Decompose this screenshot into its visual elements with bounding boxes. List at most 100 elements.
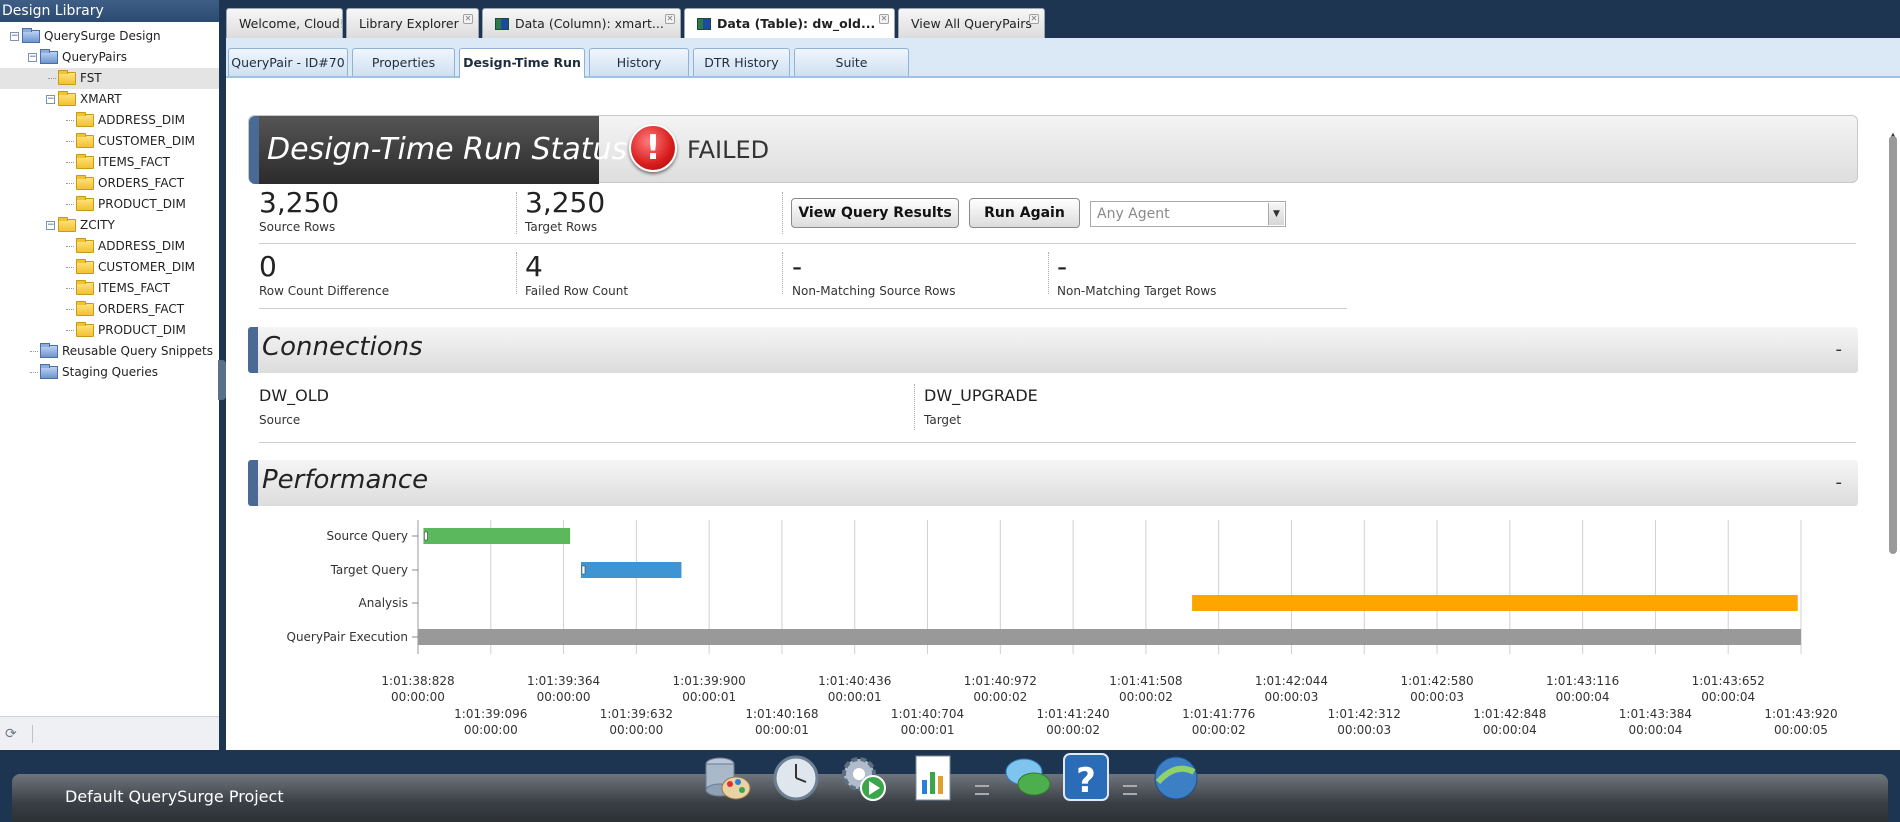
- source-rows-value: 3,250: [259, 186, 340, 219]
- tree-item-staging-queries[interactable]: Staging Queries: [0, 362, 219, 383]
- tree-item-querysurge-design[interactable]: − QuerySurge Design: [0, 26, 219, 47]
- document-tab-label: Welcome, Cloud!: [239, 16, 343, 31]
- target-rows-caption: Target Rows: [525, 220, 598, 234]
- tree-item-xmart[interactable]: − XMART: [0, 89, 219, 110]
- tree-connector: [66, 246, 74, 247]
- tree-item-orders-fact[interactable]: ORDERS_FACT: [0, 299, 219, 320]
- tree-item-items-fact[interactable]: ITEMS_FACT: [0, 278, 219, 299]
- vertical-scrollbar[interactable]: ▲ ▼: [1886, 78, 1900, 778]
- tree-item-zcity[interactable]: − ZCITY: [0, 215, 219, 236]
- chart-tick-elapsed-label: 00:00:02: [973, 690, 1027, 704]
- close-tab-icon[interactable]: ✕: [665, 14, 675, 24]
- folder-icon: [58, 217, 76, 232]
- help-icon[interactable]: ?: [1060, 752, 1112, 804]
- document-tab[interactable]: Data (Column): xmart... ✕: [482, 8, 681, 38]
- design-root-icon: [22, 28, 40, 43]
- tree-item-reusable-query-snippets[interactable]: Reusable Query Snippets: [0, 341, 219, 362]
- chart-tick-elapsed-label: 00:00:03: [1265, 690, 1319, 704]
- target-connection-name: DW_UPGRADE: [924, 386, 1038, 405]
- non-matching-source-rows-caption: Non-Matching Source Rows: [792, 284, 956, 298]
- performance-section-header[interactable]: Performance -: [248, 460, 1858, 506]
- scheduler-clock-icon[interactable]: [770, 752, 822, 804]
- panel-collapse-handle[interactable]: [218, 360, 226, 400]
- source-connection: DW_OLD Source: [259, 386, 329, 427]
- document-tab[interactable]: Welcome, Cloud!: [226, 8, 343, 38]
- run-settings-icon[interactable]: [837, 752, 889, 804]
- row-count-difference-value: 0: [259, 250, 277, 283]
- close-tab-icon[interactable]: ✕: [463, 14, 473, 24]
- agent-select[interactable]: Any Agent ▼: [1090, 201, 1286, 227]
- querypair-tab[interactable]: DTR History: [693, 48, 790, 76]
- tree-item-customer-dim[interactable]: CUSTOMER_DIM: [0, 131, 219, 152]
- document-tab[interactable]: Data (Table): dw_old... ✕: [684, 8, 895, 38]
- reports-icon[interactable]: [907, 752, 959, 804]
- tree-connector: [66, 183, 74, 184]
- chart-tick-time-label: 1:01:41:508: [1109, 674, 1182, 688]
- tree-connector: [66, 309, 74, 310]
- source-rows-metric: 3,250 Source Rows: [259, 186, 340, 235]
- tree-item-querypairs[interactable]: − QueryPairs: [0, 47, 219, 68]
- document-tab[interactable]: View All QueryPairs ✕: [898, 8, 1045, 38]
- tree-item-fst[interactable]: FST: [0, 68, 219, 89]
- chevron-down-icon[interactable]: ▼: [1268, 203, 1284, 225]
- chat-icon[interactable]: [1002, 752, 1054, 804]
- tree-item-customer-dim[interactable]: CUSTOMER_DIM: [0, 257, 219, 278]
- collapse-toggle-icon[interactable]: −: [46, 95, 55, 104]
- document-tab-label: Data (Column): xmart...: [515, 16, 664, 31]
- chart-tick-elapsed-label: 00:00:00: [609, 723, 663, 737]
- tree-connector: [66, 120, 74, 121]
- tree-item-label: QuerySurge Design: [44, 29, 161, 43]
- collapse-toggle-icon[interactable]: −: [46, 221, 55, 230]
- connections-section-header[interactable]: Connections -: [248, 327, 1858, 373]
- design-library-icon[interactable]: [700, 752, 752, 804]
- tree-item-product-dim[interactable]: PRODUCT_DIM: [0, 194, 219, 215]
- tree-connector: [66, 330, 74, 331]
- querypair-tab[interactable]: Properties: [352, 48, 455, 76]
- tree-item-label: CUSTOMER_DIM: [98, 134, 195, 148]
- chart-category-label: Target Query: [330, 563, 408, 577]
- globe-icon[interactable]: [1150, 752, 1202, 804]
- app-window: Design Library − QuerySurge Design − QueryP…: [0, 0, 1900, 822]
- folder-icon: [76, 175, 94, 190]
- close-tab-icon[interactable]: ✕: [879, 14, 889, 24]
- bar-start-marker: [581, 565, 586, 575]
- tree-item-label: Staging Queries: [62, 365, 158, 379]
- tree-item-label: PRODUCT_DIM: [98, 197, 186, 211]
- tree-item-orders-fact[interactable]: ORDERS_FACT: [0, 173, 219, 194]
- tree-item-address-dim[interactable]: ADDRESS_DIM: [0, 110, 219, 131]
- tree-item-address-dim[interactable]: ADDRESS_DIM: [0, 236, 219, 257]
- document-tab[interactable]: Library Explorer ✕: [346, 8, 479, 38]
- collapse-toggle-icon[interactable]: −: [28, 53, 37, 62]
- chart-tick-time-label: 1:01:43:116: [1546, 674, 1619, 688]
- chart-tick-elapsed-label: 00:00:02: [1192, 723, 1246, 737]
- querypair-tab[interactable]: History: [589, 48, 689, 76]
- querypair-tab[interactable]: QueryPair - ID#70: [228, 48, 348, 76]
- metric-divider: [782, 252, 783, 294]
- refresh-icon[interactable]: ⟳: [5, 727, 21, 741]
- collapse-toggle-icon[interactable]: −: [10, 32, 19, 41]
- performance-collapse-toggle[interactable]: -: [1836, 472, 1843, 493]
- folder-icon: [58, 91, 76, 106]
- chart-tick-time-label: 1:01:39:632: [600, 707, 673, 721]
- querypair-tab[interactable]: Suite Appearances: [794, 48, 909, 97]
- staging-icon: [40, 364, 58, 379]
- scroll-thumb[interactable]: [1889, 136, 1897, 554]
- source-connection-name: DW_OLD: [259, 386, 329, 405]
- tree-connector: [30, 372, 38, 373]
- design-library-panel: Design Library − QuerySurge Design − QueryP…: [0, 0, 221, 750]
- tree-item-items-fact[interactable]: ITEMS_FACT: [0, 152, 219, 173]
- tree-connector: [66, 204, 74, 205]
- chart-tick-elapsed-label: 00:00:03: [1410, 690, 1464, 704]
- tree-item-product-dim[interactable]: PRODUCT_DIM: [0, 320, 219, 341]
- failed-row-count-caption: Failed Row Count: [525, 284, 629, 298]
- view-query-results-button[interactable]: View Query Results: [791, 198, 959, 228]
- document-tab-label: View All QueryPairs: [911, 16, 1032, 31]
- metric-divider: [782, 192, 783, 234]
- run-again-button[interactable]: Run Again: [969, 198, 1080, 228]
- querypair-tab[interactable]: Design-Time Run: [459, 48, 585, 78]
- chart-tick-time-label: 1:01:43:920: [1764, 707, 1837, 721]
- connections-collapse-toggle[interactable]: -: [1836, 339, 1843, 360]
- close-tab-icon[interactable]: ✕: [1029, 14, 1039, 24]
- tree-connector: [66, 267, 74, 268]
- chart-tick-time-label: 1:01:41:776: [1182, 707, 1255, 721]
